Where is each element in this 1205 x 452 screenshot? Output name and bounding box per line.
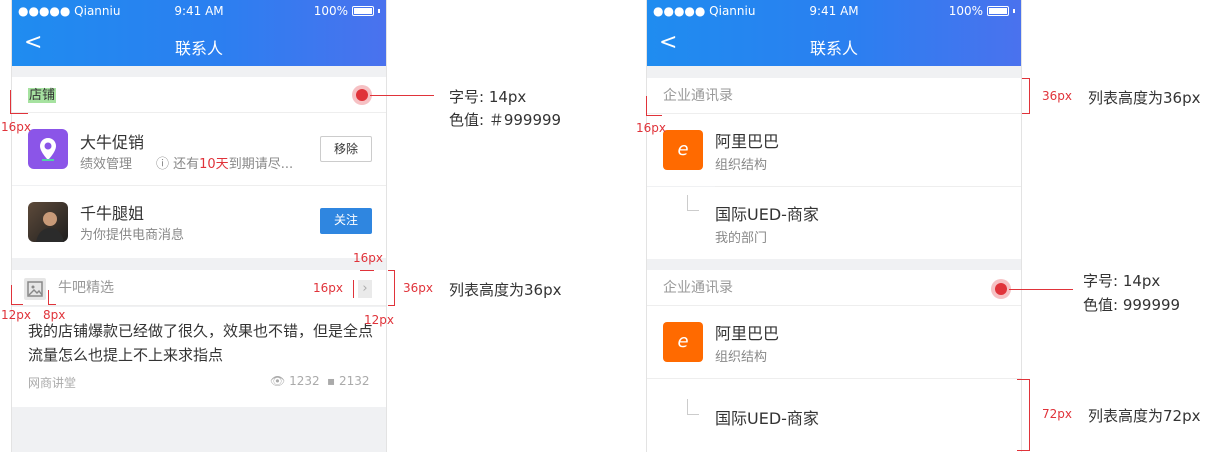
annotation-72px: 72px	[1042, 407, 1072, 421]
status-bar: ●●●●● Qianniu 9:41 AM 100%	[12, 4, 386, 22]
post-source: 网商讲堂	[28, 376, 77, 390]
dept-row[interactable]: 国际UED-商家	[647, 379, 1021, 452]
dept-row[interactable]: 国际UED-商家 我的部门	[647, 187, 1021, 259]
org-subtitle: 组织结构	[715, 350, 768, 365]
views-count: 👁 1232	[270, 374, 320, 388]
battery-percent: 100%	[948, 4, 983, 18]
battery-percent: 100%	[313, 4, 348, 18]
tree-branch-icon	[687, 195, 699, 211]
location-pin-icon	[28, 129, 68, 169]
org-name: 阿里巴巴	[715, 324, 780, 343]
left-phone-mockup: ●●●●● Qianniu 9:41 AM 100% < 联系人 店铺 大牛促销…	[11, 0, 387, 452]
eye-icon: 👁	[270, 374, 286, 388]
page-title: 联系人	[809, 39, 858, 58]
comments-value: 2132	[338, 374, 370, 388]
views-value: 1232	[289, 374, 320, 388]
enterprise-directory-header: 企业通讯录	[647, 270, 1021, 306]
annotation-16px-top: 16px	[353, 251, 383, 265]
org-row[interactable]: e 阿里巴巴 组织结构	[647, 306, 1021, 378]
contact-row[interactable]: 千牛腿姐 为你提供电商消息 关注	[12, 186, 386, 258]
annotation-16px: 16px	[636, 121, 666, 135]
expiry-prefix: ⓘ 还有	[156, 157, 200, 172]
expiry-days: 10天	[199, 157, 229, 172]
annotation-12px: 12px	[1, 308, 31, 322]
tree-branch-icon	[687, 399, 699, 415]
annotation-8px: 8px	[43, 308, 66, 322]
comments-count: ▪ 2132	[327, 374, 370, 388]
annotation-marker-dot	[995, 283, 1007, 295]
section-label: 企业通讯录	[663, 280, 733, 296]
header-bar: ●●●●● Qianniu 9:41 AM 100% < 联系人	[12, 0, 386, 66]
feed-section-label: 牛吧精选	[58, 280, 114, 296]
dept-name: 国际UED-商家	[715, 409, 819, 428]
color-note: 色值: 999999	[1083, 296, 1181, 314]
annotation-16px-gap: 16px	[313, 281, 343, 295]
battery-indicator: 100%	[949, 4, 1015, 18]
contact-subtitle: 为你提供电商消息	[80, 228, 185, 243]
battery-icon	[987, 6, 1009, 16]
follow-button[interactable]: 关注	[320, 208, 372, 234]
shop-section-label: 店铺	[28, 88, 57, 103]
post-text: 我的店铺爆款已经做了很久，效果也不错，但是全点流量怎么也提上不上来求指点	[28, 322, 374, 364]
font-size-note: 字号: 14px	[1083, 272, 1161, 290]
status-bar: ●●●●● Qianniu 9:41 AM 100%	[647, 4, 1021, 22]
org-name: 阿里巴巴	[715, 132, 780, 151]
right-phone-mockup: ●●●●● Qianniu 9:41 AM 100% < 联系人 企业通讯录 e…	[646, 0, 1022, 452]
annotation-12px-right: 12px	[364, 313, 394, 327]
annotation-36px: 36px	[1042, 89, 1072, 103]
image-icon	[24, 278, 46, 300]
battery-indicator: 100%	[314, 4, 380, 18]
font-size-note: 字号: 14px	[449, 88, 527, 106]
expiry-notice: ⓘ 还有10天到期请尽...	[156, 153, 293, 172]
header-bar: ●●●●● Qianniu 9:41 AM 100% < 联系人	[647, 0, 1021, 66]
annotation-36px: 36px	[403, 281, 433, 295]
chevron-right-icon[interactable]: ›	[358, 280, 372, 298]
org-row[interactable]: e 阿里巴巴 组织结构	[647, 114, 1021, 186]
comment-icon: ▪	[327, 374, 336, 388]
expiry-suffix: 到期请尽...	[228, 157, 294, 172]
shop-section-header: 店铺	[12, 77, 386, 113]
annotation-16px: 16px	[1, 120, 31, 134]
dept-subtitle: 我的部门	[715, 231, 768, 246]
battery-icon	[352, 6, 374, 16]
section-label: 企业通讯录	[663, 88, 733, 104]
contact-subtitle: 绩效管理	[80, 157, 133, 172]
list-height-note: 列表高度为72px	[1088, 407, 1201, 425]
list-height-note: 列表高度为36px	[1088, 89, 1201, 107]
post-card[interactable]: 我的店铺爆款已经做了很久，效果也不错，但是全点流量怎么也提上不上来求指点 网商讲…	[12, 307, 386, 407]
alibaba-logo-icon: e	[663, 130, 703, 170]
page-title: 联系人	[174, 39, 223, 58]
color-note: 色值: ＃999999	[449, 111, 562, 129]
org-subtitle: 组织结构	[715, 158, 768, 173]
enterprise-directory-header: 企业通讯录	[647, 78, 1021, 114]
dept-name: 国际UED-商家	[715, 205, 819, 224]
contact-name: 千牛腿姐	[80, 204, 145, 223]
remove-button[interactable]: 移除	[320, 136, 372, 162]
avatar	[28, 202, 68, 242]
contact-row[interactable]: 大牛促销 绩效管理 ⓘ 还有10天到期请尽... 移除	[12, 113, 386, 185]
annotation-marker-dot	[356, 89, 368, 101]
alibaba-logo-icon: e	[663, 322, 703, 362]
contact-name: 大牛促销	[80, 133, 145, 152]
list-height-note: 列表高度为36px	[449, 281, 562, 299]
